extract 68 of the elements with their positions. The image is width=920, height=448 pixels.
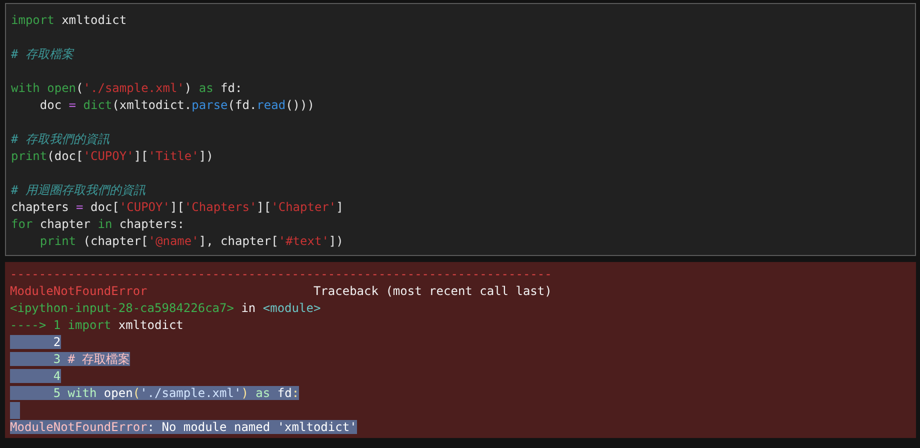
code-text: (doc[ <box>47 149 84 163</box>
comment-text: # 存取我們的資訊 <box>11 132 110 146</box>
code-text: <ipython-input-28-ca5984226ca7> <box>10 301 234 315</box>
code-text: 5 <box>10 386 68 400</box>
string-text: '@name' <box>148 234 199 248</box>
code-text: open <box>96 386 133 400</box>
method-text: read <box>256 98 286 112</box>
code-text: ]) <box>198 149 214 163</box>
code-text: './sample.xml' <box>140 386 242 400</box>
keyword-text: with <box>11 81 40 95</box>
code-text: fd: <box>220 81 242 95</box>
code-text: xmltodict <box>117 318 184 332</box>
error-text: # 存取檔案 <box>68 352 130 366</box>
keyword-text: in <box>98 217 112 231</box>
code-text: <module> <box>262 301 321 315</box>
code-text: ( <box>76 81 84 95</box>
code-text: ], chapter[ <box>198 234 278 248</box>
keyword-text: print <box>38 234 76 248</box>
code-text: ) <box>184 81 193 95</box>
code-text: 4 <box>10 369 61 383</box>
string-text: 'Chapters' <box>184 200 257 214</box>
code-text: ][ <box>170 200 184 214</box>
code-text: ][ <box>256 200 272 214</box>
code-text: import <box>68 318 112 332</box>
code-text: : No module named 'xmltodict' <box>147 420 357 434</box>
keyword-text: for <box>11 217 33 231</box>
code-text: chapters <box>11 200 70 214</box>
code-text: ]) <box>328 234 344 248</box>
code-text: doc <box>38 98 63 112</box>
comment-text: # 存取檔案 <box>11 47 74 61</box>
keyword-text: print <box>11 149 48 163</box>
code-cell[interactable] <box>5 3 916 256</box>
code-text: xmltodict <box>60 13 127 27</box>
keyword-text: as <box>198 81 214 95</box>
string-text: '#text' <box>278 234 329 248</box>
code-text: ][ <box>134 149 148 163</box>
string-text: 'Chapter' <box>271 200 336 214</box>
code-text: Traceback (most recent call last) <box>312 284 552 298</box>
error-text: ModuleNotFoundError <box>10 284 148 298</box>
error-text: ModuleNotFoundError <box>10 420 148 434</box>
string-text: 'Title' <box>148 149 199 163</box>
string-text: 'CUPOY' <box>83 149 134 163</box>
code-text: ())) <box>286 98 314 112</box>
method-text: parse <box>192 98 228 112</box>
code-text: chapters: <box>118 217 184 231</box>
string-text: 'CUPOY' <box>119 200 170 214</box>
code-text: fd <box>270 386 292 400</box>
keyword-text: dict <box>82 98 112 112</box>
code-text: ----> 1 <box>10 318 62 332</box>
code-text: 2 <box>10 335 61 349</box>
code-text: (xmltodict. <box>112 98 192 112</box>
code-text: with <box>68 386 97 400</box>
string-text: './sample.xml' <box>83 81 184 95</box>
comment-text: # 用迴圈存取我們的資訊 <box>11 183 146 197</box>
code-text: (fd. <box>228 98 257 112</box>
code-text: as <box>248 386 270 400</box>
code-text: ] <box>336 200 344 214</box>
code-text: ) <box>241 386 248 400</box>
keyword-text: import <box>11 13 54 27</box>
code-text: 3 <box>10 352 68 366</box>
code-text: chapter <box>38 217 92 231</box>
code-text: doc[ <box>89 200 120 214</box>
operator-text: = <box>68 98 76 112</box>
error-text: --------------------------------------------------------------------------- <box>10 267 552 281</box>
keyword-text: open <box>46 81 76 95</box>
operator-text: = <box>76 200 84 214</box>
code-text: in <box>240 301 257 315</box>
code-text: (chapter[ <box>82 234 148 248</box>
